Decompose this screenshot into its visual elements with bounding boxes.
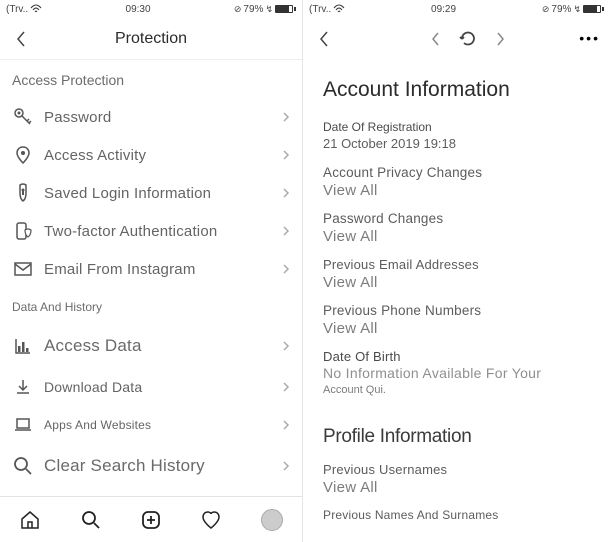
section-data-history: Data And History — [0, 288, 302, 324]
carrier-text: (Trv.. — [6, 4, 28, 15]
bottom-nav — [0, 496, 302, 542]
prev-phone-label: Previous Phone Numbers — [323, 303, 590, 318]
item-email-from-instagram[interactable]: Email From Instagram — [0, 250, 302, 288]
chevron-right-icon — [282, 225, 290, 237]
chevron-right-icon — [282, 419, 290, 431]
item-label: Two-factor Authentication — [44, 223, 282, 240]
search-icon — [12, 455, 34, 477]
dob-label: Date Of Birth — [323, 349, 590, 364]
keyhole-icon — [12, 182, 34, 204]
left-pane: (Trv.. 09:30 ⊘ 79% ↯ Protection Access P… — [0, 0, 303, 542]
chevron-right-icon — [282, 111, 290, 123]
chart-icon — [12, 335, 34, 357]
dob-noinfo2: Account Qui. — [323, 384, 590, 396]
chevron-right-icon — [282, 187, 290, 199]
search-nav-icon[interactable] — [79, 508, 103, 532]
nav-forward-icon[interactable] — [496, 31, 506, 47]
item-download-data[interactable]: Download Data — [0, 368, 302, 406]
item-label: Access Activity — [44, 147, 282, 164]
chevron-right-icon — [282, 340, 290, 352]
item-access-data[interactable]: Access Data — [0, 324, 302, 368]
back-button[interactable] — [10, 28, 32, 50]
privacy-view-all-link[interactable]: View All — [323, 182, 590, 199]
item-clear-search-history[interactable]: Clear Search History — [0, 444, 302, 488]
wifi-icon — [30, 4, 42, 14]
item-label: Email From Instagram — [44, 261, 282, 278]
password-view-all-link[interactable]: View All — [323, 228, 590, 245]
refresh-icon[interactable] — [458, 29, 478, 49]
item-label: Password — [44, 109, 282, 126]
header: ••• — [303, 18, 610, 60]
more-icon[interactable]: ••• — [579, 30, 600, 46]
home-icon[interactable] — [18, 508, 42, 532]
registration-label: Date Of Registration — [323, 120, 590, 134]
prev-names-label: Previous Names And Surnames — [323, 508, 590, 522]
item-apps-websites[interactable]: Apps And Websites — [0, 406, 302, 444]
add-icon[interactable] — [139, 508, 163, 532]
heart-icon[interactable] — [199, 508, 223, 532]
clock: 09:30 — [126, 4, 151, 15]
account-info-heading: Account Information — [323, 78, 590, 102]
privacy-changes-label: Account Privacy Changes — [323, 165, 590, 180]
chevron-right-icon — [282, 381, 290, 393]
chevron-right-icon — [282, 263, 290, 275]
item-two-factor[interactable]: Two-factor Authentication — [0, 212, 302, 250]
chevron-right-icon — [282, 149, 290, 161]
key-icon — [12, 106, 34, 128]
nav-back-icon[interactable] — [430, 31, 440, 47]
registration-value: 21 October 2019 19:18 — [323, 136, 590, 151]
mail-icon — [12, 258, 34, 280]
profile-avatar[interactable] — [260, 508, 284, 532]
right-pane: (Trv.. 09:29 ⊘ 79% ↯ ••• Account Informa… — [303, 0, 610, 542]
usernames-view-all-link[interactable]: View All — [323, 479, 590, 496]
close-button[interactable] — [313, 28, 335, 50]
item-saved-login[interactable]: Saved Login Information — [0, 174, 302, 212]
battery-pct: 79% — [551, 4, 571, 15]
header: Protection — [0, 18, 302, 60]
phone-shield-icon — [12, 220, 34, 242]
laptop-icon — [12, 414, 34, 436]
item-label: Download Data — [44, 379, 282, 395]
prev-usernames-label: Previous Usernames — [323, 462, 590, 477]
location-icon — [12, 144, 34, 166]
item-access-activity[interactable]: Access Activity — [0, 136, 302, 174]
email-view-all-link[interactable]: View All — [323, 274, 590, 291]
clock: 09:29 — [431, 4, 456, 15]
wifi-icon — [333, 4, 345, 14]
item-password[interactable]: Password — [0, 98, 302, 136]
section-access-protection: Access Protection — [0, 60, 302, 98]
item-label: Access Data — [44, 336, 282, 356]
battery-pct: 79% — [243, 4, 263, 15]
item-label: Saved Login Information — [44, 185, 282, 202]
password-changes-label: Password Changes — [323, 211, 590, 226]
page-title: Protection — [115, 30, 187, 48]
carrier-text: (Trv.. — [309, 4, 331, 15]
status-bar: (Trv.. 09:30 ⊘ 79% ↯ — [0, 0, 302, 18]
battery-icon — [583, 5, 604, 13]
download-icon — [12, 376, 34, 398]
profile-info-heading: Profile Information — [323, 426, 590, 448]
prev-email-label: Previous Email Addresses — [323, 257, 590, 272]
item-label: Clear Search History — [44, 456, 282, 476]
battery-icon — [275, 5, 296, 13]
item-label: Apps And Websites — [44, 418, 282, 432]
chevron-right-icon — [282, 460, 290, 472]
phone-view-all-link[interactable]: View All — [323, 320, 590, 337]
dob-noinfo: No Information Available For Your — [323, 365, 590, 381]
status-bar: (Trv.. 09:29 ⊘ 79% ↯ — [303, 0, 610, 18]
